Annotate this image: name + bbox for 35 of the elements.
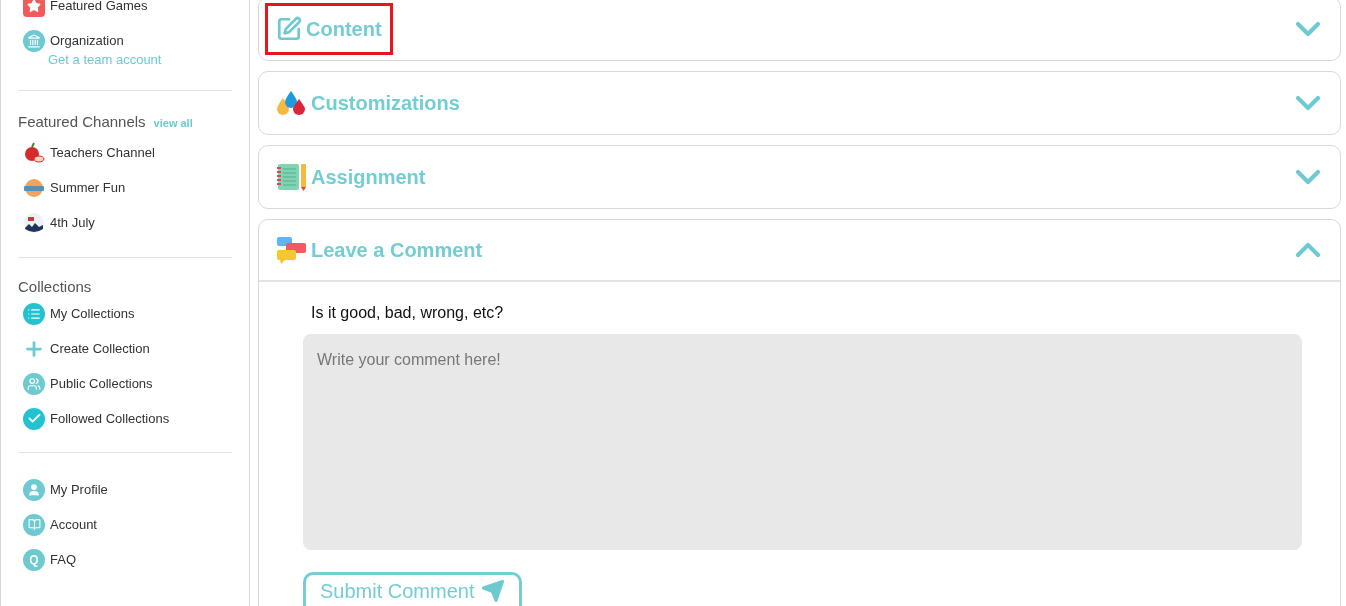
notebook-pencil-icon xyxy=(276,163,307,191)
sidebar-link[interactable]: Summer Fun xyxy=(50,177,126,198)
book-icon xyxy=(23,513,45,536)
section-title: Leave a Comment xyxy=(311,238,483,263)
sidebar-link[interactable]: 4th July xyxy=(50,212,95,233)
section-title: Assignment xyxy=(311,165,426,190)
sidebar-link[interactable]: Public Collections xyxy=(50,373,153,394)
check-icon xyxy=(23,407,45,430)
sidebar-link[interactable]: Teachers Channel xyxy=(50,142,155,163)
section-heading: Collections xyxy=(18,278,92,295)
people-icon xyxy=(23,372,45,395)
building-icon xyxy=(23,29,45,52)
sidebar-link[interactable]: Followed Collections xyxy=(50,408,170,429)
sun-badge-icon xyxy=(23,176,45,199)
section-title: Content xyxy=(306,17,382,42)
list-icon xyxy=(23,302,45,325)
comment-question: Is it good, bad, wrong, etc? xyxy=(310,303,505,323)
sidebar-link[interactable]: My Profile xyxy=(50,479,108,500)
section-title: Customizations xyxy=(311,91,460,116)
color-drops-icon xyxy=(276,90,307,116)
flag-city-icon xyxy=(23,211,45,234)
sidebar-link[interactable]: FAQ xyxy=(50,549,76,570)
sidebar-link[interactable]: Create Collection xyxy=(50,338,150,359)
sidebar-link[interactable]: My Collections xyxy=(50,303,135,324)
edit-icon xyxy=(276,16,302,42)
sidebar-link[interactable]: Account xyxy=(50,514,97,535)
paper-plane-icon xyxy=(480,578,505,603)
user-icon xyxy=(23,478,45,501)
sidebar-link[interactable]: Featured Games xyxy=(50,0,148,16)
faq-icon: Q xyxy=(23,548,45,571)
comment-field[interactable]: Write your comment here! xyxy=(303,334,1302,550)
apple-icon xyxy=(23,141,45,164)
section-heading: Featured Channels xyxy=(18,111,146,132)
sidebar-link[interactable]: Organization xyxy=(50,30,124,51)
chat-bubbles-icon xyxy=(276,236,307,264)
